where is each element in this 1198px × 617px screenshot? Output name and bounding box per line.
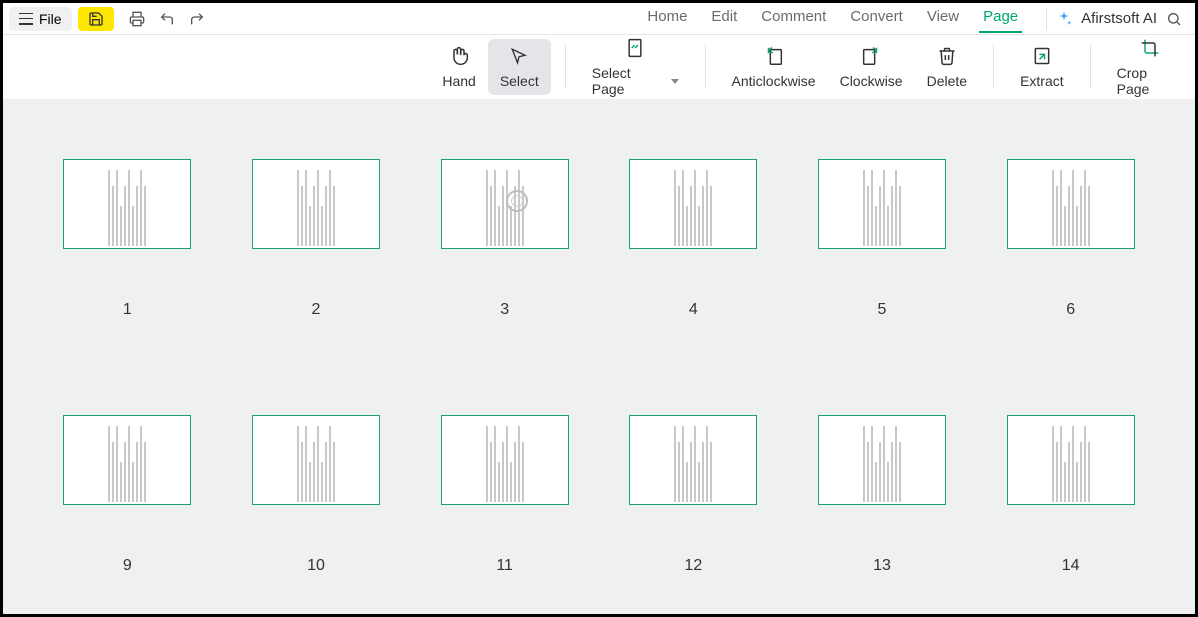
tab-convert[interactable]: Convert: [848, 4, 905, 33]
select-label: Select: [500, 73, 539, 89]
page-thumbnail[interactable]: [1007, 415, 1135, 505]
page-thumbnail[interactable]: [818, 159, 946, 249]
page-number-label: 6: [1066, 301, 1075, 319]
page-thumbnail[interactable]: [441, 159, 569, 249]
page-thumbnail[interactable]: [818, 415, 946, 505]
page-number-label: 10: [307, 557, 325, 575]
page-thumb[interactable]: 13: [818, 415, 946, 575]
page-thumb[interactable]: 12: [629, 415, 757, 575]
cursor-icon: [510, 47, 528, 65]
rotate-anticlockwise-button[interactable]: Anticlockwise: [720, 39, 828, 95]
tab-edit[interactable]: Edit: [709, 4, 739, 33]
crop-label: Crop Page: [1117, 65, 1183, 97]
pages-canvas[interactable]: 12345691011121314: [3, 99, 1195, 614]
page-thumbnail[interactable]: [252, 415, 380, 505]
undo-icon: [159, 11, 175, 27]
extract-page-button[interactable]: Extract: [1008, 39, 1076, 95]
separator: [705, 45, 706, 89]
page-number-label: 4: [689, 301, 698, 319]
anticlockwise-label: Anticlockwise: [732, 73, 816, 89]
page-thumbnail[interactable]: [252, 159, 380, 249]
pages-grid: 12345691011121314: [43, 159, 1155, 575]
page-number-label: 13: [873, 557, 891, 575]
tab-comment[interactable]: Comment: [759, 4, 828, 33]
delete-label: Delete: [927, 73, 967, 89]
tab-home[interactable]: Home: [645, 4, 689, 33]
search-button[interactable]: [1159, 11, 1189, 27]
crop-page-button[interactable]: Crop Page: [1105, 31, 1195, 103]
chevron-down-icon: [671, 79, 679, 84]
main-tabs: Home Edit Comment Convert View Page: [645, 4, 1020, 33]
extract-label: Extract: [1020, 73, 1064, 89]
rotate-cw-icon: [860, 45, 882, 67]
sparkle-icon: [1055, 10, 1073, 28]
page-number-label: 5: [878, 301, 887, 319]
tab-view[interactable]: View: [925, 4, 961, 33]
top-left-controls: File: [9, 6, 212, 32]
page-thumb[interactable]: 4: [629, 159, 757, 319]
page-toolbar: Hand Select Select Page Anticlockwise Cl…: [3, 35, 1195, 99]
save-icon: [88, 11, 104, 27]
page-thumb[interactable]: 1: [63, 159, 191, 319]
delete-page-button[interactable]: Delete: [915, 39, 979, 95]
separator: [1090, 45, 1091, 89]
select-tool-button[interactable]: Select: [488, 39, 551, 95]
tab-page[interactable]: Page: [981, 4, 1020, 33]
page-number-label: 14: [1062, 557, 1080, 575]
page-thumb[interactable]: 5: [818, 159, 946, 319]
page-thumbnail[interactable]: [441, 415, 569, 505]
page-number-label: 11: [496, 557, 513, 575]
print-button[interactable]: [122, 6, 152, 32]
separator: [1046, 8, 1047, 30]
rotate-ccw-icon: [763, 45, 785, 67]
page-thumb[interactable]: 6: [1007, 159, 1135, 319]
page-thumb[interactable]: 14: [1007, 415, 1135, 575]
save-button[interactable]: [78, 7, 114, 31]
page-number-label: 1: [123, 301, 132, 319]
page-thumb[interactable]: 11: [441, 415, 569, 575]
select-page-button[interactable]: Select Page: [580, 31, 691, 103]
select-page-icon: [625, 37, 645, 59]
redo-button[interactable]: [182, 6, 212, 32]
page-thumb[interactable]: 2: [252, 159, 380, 319]
page-thumbnail[interactable]: [629, 415, 757, 505]
select-page-label: Select Page: [592, 65, 667, 97]
page-thumbnail[interactable]: [629, 159, 757, 249]
trash-icon: [937, 46, 957, 66]
crop-icon: [1140, 38, 1160, 58]
rotate-clockwise-button[interactable]: Clockwise: [828, 39, 915, 95]
hand-tool-button[interactable]: Hand: [430, 39, 487, 95]
hand-icon: [449, 46, 469, 66]
page-thumbnail[interactable]: [1007, 159, 1135, 249]
hamburger-icon: [19, 13, 33, 25]
ai-label: Afirstsoft AI: [1081, 10, 1157, 27]
separator: [993, 45, 994, 89]
page-thumbnail[interactable]: [63, 415, 191, 505]
page-thumb[interactable]: 3: [441, 159, 569, 319]
search-icon: [1166, 11, 1182, 27]
extract-icon: [1032, 45, 1052, 67]
print-icon: [129, 11, 145, 27]
page-number-label: 3: [500, 301, 509, 319]
page-number-label: 2: [312, 301, 321, 319]
page-thumb[interactable]: 10: [252, 415, 380, 575]
redo-icon: [189, 11, 205, 27]
file-menu-button[interactable]: File: [9, 7, 72, 31]
page-thumbnail[interactable]: [63, 159, 191, 249]
ai-assistant-button[interactable]: Afirstsoft AI: [1053, 10, 1159, 28]
clockwise-label: Clockwise: [840, 73, 903, 89]
file-label: File: [39, 11, 62, 27]
hand-label: Hand: [442, 73, 475, 89]
separator: [565, 45, 566, 89]
page-thumb[interactable]: 9: [63, 415, 191, 575]
undo-button[interactable]: [152, 6, 182, 32]
page-number-label: 12: [684, 557, 702, 575]
page-number-label: 9: [123, 557, 132, 575]
